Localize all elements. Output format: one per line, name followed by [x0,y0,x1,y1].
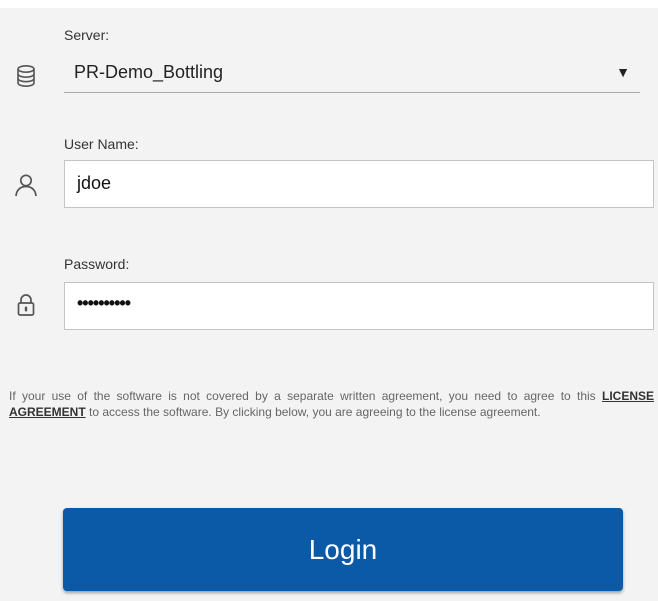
username-value: jdoe [77,173,112,193]
license-notice: If your use of the software is not cover… [9,388,654,420]
username-field[interactable]: jdoe [64,160,654,208]
password-value: •••••••••• [77,293,131,313]
chevron-down-icon[interactable]: ▼ [616,64,630,80]
login-button[interactable]: Login [63,508,623,591]
lock-icon [13,292,39,318]
login-panel: Server: PR-Demo_Bottling ▼ User Name: jd… [0,0,658,601]
user-icon [13,172,39,198]
server-label: Server: [64,27,110,43]
top-edge [0,0,658,8]
license-text-after: to access the software. By clicking belo… [85,405,541,419]
password-field[interactable]: •••••••••• [64,282,654,330]
server-select-value: PR-Demo_Bottling [74,62,224,82]
password-label: Password: [64,256,130,272]
license-text-before: If your use of the software is not cover… [9,389,602,403]
database-icon [13,63,39,89]
username-label: User Name: [64,136,139,152]
server-select[interactable]: PR-Demo_Bottling ▼ [64,54,640,93]
